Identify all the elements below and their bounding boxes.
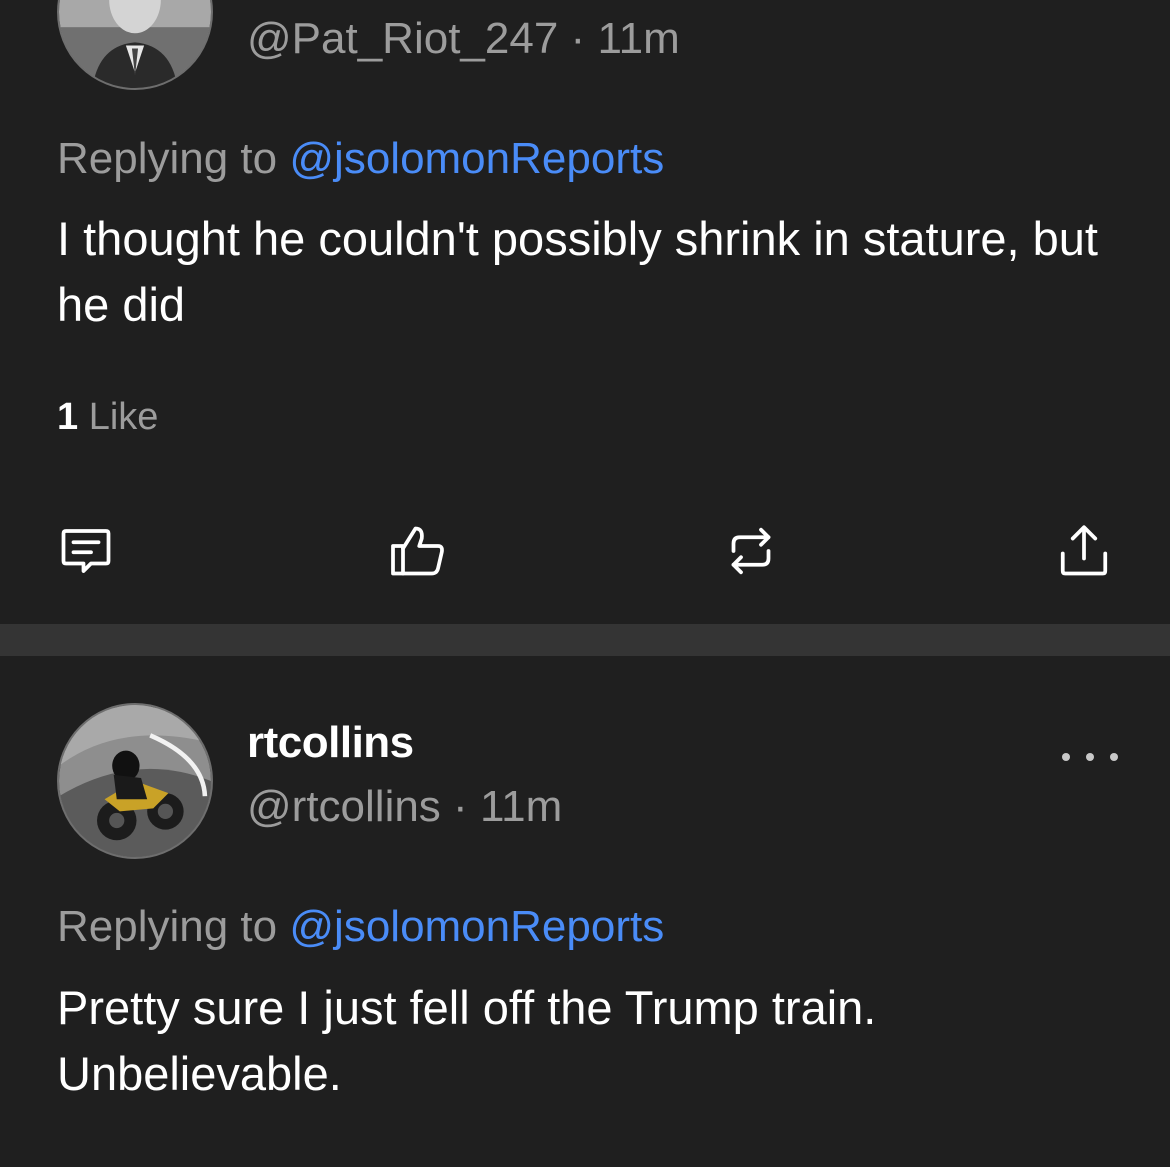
post1-replying-to: Replying to @jsolomonReports	[57, 134, 664, 184]
post2-handle[interactable]: @rtcollins	[247, 782, 441, 831]
post1-handle-line: @Pat_Riot_247 · 11m	[247, 14, 680, 64]
avatar-pat-riot[interactable]	[57, 0, 213, 90]
post-divider	[0, 624, 1170, 656]
post1-separator: ·	[570, 14, 586, 63]
post1-handle[interactable]: @Pat_Riot_247	[247, 14, 558, 63]
comment-icon	[61, 529, 111, 573]
like-count: 1	[57, 396, 79, 438]
replying-mention-link[interactable]: @jsolomonReports	[289, 902, 664, 951]
more-options-button[interactable]	[1062, 740, 1118, 774]
avatar-photo	[59, 705, 211, 857]
post2-body-line: Unbelievable.	[57, 1047, 342, 1100]
comment-button[interactable]	[54, 519, 118, 583]
post2-display-name[interactable]: rtcollins	[247, 718, 414, 768]
post2-replying-to: Replying to @jsolomonReports	[57, 902, 664, 952]
post2-separator: ·	[453, 782, 468, 831]
replying-mention-link[interactable]: @jsolomonReports	[289, 134, 664, 183]
share-button[interactable]	[1052, 519, 1116, 583]
like-button[interactable]	[386, 519, 450, 583]
replying-label: Replying to	[57, 902, 278, 951]
more-dot-icon	[1062, 753, 1070, 761]
avatar-rtcollins[interactable]	[57, 703, 213, 859]
more-dot-icon	[1086, 753, 1094, 761]
replying-label: Replying to	[57, 134, 278, 183]
avatar-photo	[59, 0, 211, 88]
post2-body-line: Pretty sure I just fell off the Trump tr…	[57, 981, 877, 1034]
repost-icon	[731, 527, 771, 575]
thumbs-up-icon	[391, 526, 444, 576]
more-dot-icon	[1110, 753, 1118, 761]
post2-body: Pretty sure I just fell off the Trump tr…	[57, 975, 1107, 1107]
post1-timestamp: 11m	[597, 14, 680, 63]
share-icon	[1060, 525, 1108, 576]
repost-button[interactable]	[719, 519, 783, 583]
post1-like-summary[interactable]: 1 Like	[57, 396, 158, 439]
like-label: Like	[88, 396, 159, 438]
post2-handle-line: @rtcollins · 11m	[247, 782, 562, 832]
post2-timestamp: 11m	[479, 782, 563, 831]
comment-thread: @Pat_Riot_247 · 11m Replying to @jsolomo…	[0, 0, 1170, 1167]
post1-body: I thought he couldn't possibly shrink in…	[57, 212, 1098, 331]
